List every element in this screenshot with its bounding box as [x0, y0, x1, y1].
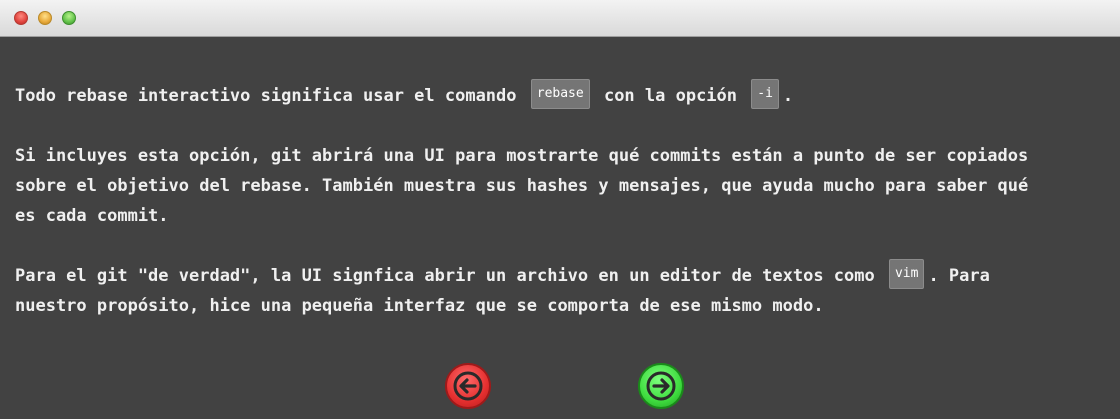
- paragraph-1-text-a: Todo rebase interactivo significa usar e…: [15, 86, 527, 106]
- paragraph-1-text-c: .: [782, 86, 794, 106]
- code-rebase: rebase: [530, 79, 590, 109]
- paragraph-2: Si incluyes esta opción, git abrirá una …: [15, 141, 1113, 231]
- instruction-text: Todo rebase interactivo significa usar e…: [15, 79, 1113, 351]
- paragraph-3-text-a: Para el git "de verdad", la UI signfica …: [15, 266, 885, 286]
- paragraph-3-text-b: . Para: [928, 266, 990, 286]
- prev-button[interactable]: [445, 363, 491, 409]
- next-button[interactable]: [638, 363, 684, 409]
- dialog-content: Todo rebase interactivo significa usar e…: [0, 37, 1120, 419]
- minimize-window-icon[interactable]: [38, 11, 52, 25]
- paragraph-2-line-2: sobre el objetivo del rebase. También mu…: [15, 176, 1029, 196]
- paragraph-1-text-b: con la opción: [593, 86, 748, 106]
- paragraph-3-line-2: nuestro propósito, hice una pequeña inte…: [15, 296, 824, 316]
- code-option-i: -i: [751, 79, 779, 109]
- title-bar: [0, 0, 1120, 37]
- app-window: Todo rebase interactivo significa usar e…: [0, 0, 1120, 419]
- paragraph-2-line-1: Si incluyes esta opción, git abrirá una …: [15, 146, 1029, 166]
- paragraph-3: Para el git "de verdad", la UI signfica …: [15, 259, 1113, 321]
- arrow-right-icon: [646, 371, 676, 401]
- code-vim: vim: [888, 259, 925, 289]
- maximize-window-icon[interactable]: [62, 11, 76, 25]
- paragraph-1: Todo rebase interactivo significa usar e…: [15, 79, 1113, 111]
- arrow-left-icon: [453, 371, 483, 401]
- paragraph-2-line-3: es cada commit.: [15, 206, 169, 226]
- close-window-icon[interactable]: [14, 11, 28, 25]
